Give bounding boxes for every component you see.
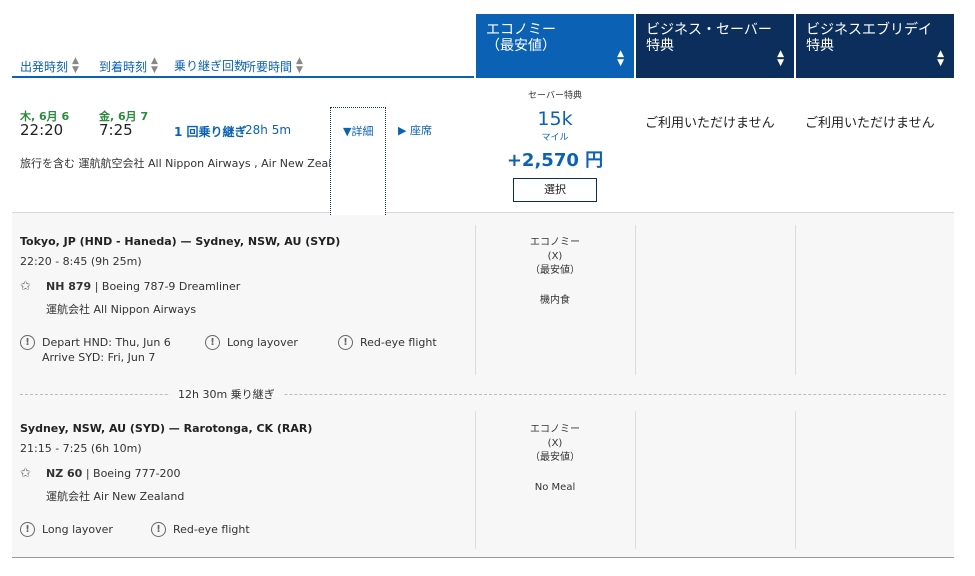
sort-arrows-icon: ▲ ▼ (151, 56, 158, 75)
sort-arrows-icon: ▲ ▼ (72, 56, 79, 75)
details-tab: ▼詳細 (330, 107, 386, 215)
cabin-code: (X) (547, 251, 563, 262)
aircraft-type: | Boeing 787-9 Dreamliner (94, 280, 241, 293)
sort-duration-label: 所要時間 (244, 59, 293, 74)
fare-miles-unit: マイル (541, 133, 569, 143)
sort-arrows-icon: ▲ ▼ (937, 49, 944, 68)
fare-type-label: セーバー特典 (528, 91, 582, 101)
sort-arrows-icon: ▲ ▼ (617, 49, 624, 68)
sort-connections-link[interactable]: 乗り継ぎ回数 (174, 57, 246, 74)
select-fare-button[interactable]: 選択 (513, 178, 597, 202)
cabin-header-title: ビジネスエブリデイ (806, 22, 932, 38)
flight-number: NZ 60 (46, 467, 83, 480)
segment-times: 21:15 - 7:25 (6h 10m) (20, 442, 142, 455)
segment-times: 22:20 - 8:45 (9h 25m) (20, 255, 142, 268)
details-label: 詳細 (351, 125, 374, 138)
exclamation-circle-icon: ! (151, 522, 166, 537)
star-alliance-icon: ✩ (20, 466, 31, 481)
cabin-name: エコノミー (530, 424, 580, 435)
seat-map-label: 座席 (409, 124, 432, 137)
cabin-header-business-saver[interactable]: ビジネス・セーバー 特典 ▲ ▼ (636, 14, 794, 78)
fare-fee: +2,570 円 (506, 150, 604, 171)
cabin-header-title: ビジネス・セーバー (646, 22, 772, 38)
segment-route: Sydney, NSW, AU (SYD) — Rarotonga, CK (R… (20, 422, 313, 435)
flight-details-panel: Tokyo, JP (HND - Haneda) — Sydney, NSW, … (12, 212, 954, 558)
layover-divider (20, 394, 946, 395)
exclamation-circle-icon: ! (20, 335, 35, 350)
details-toggle-link[interactable]: ▼詳細 (343, 123, 373, 139)
sort-arrows-icon: ▲ ▼ (777, 49, 784, 68)
aircraft-type: | Boeing 777-200 (85, 467, 181, 480)
stops-count: 1 回乗り継ぎ (174, 125, 247, 139)
total-duration: 28h 5m (245, 123, 292, 137)
operating-airlines: 旅行を含む 運航航空会社 All Nippon Airways , Air Ne… (20, 157, 330, 170)
cabin-note: （最安値） (530, 265, 580, 276)
flight-number: NH 879 (46, 280, 92, 293)
sort-duration-link[interactable]: 所要時間 ▲ ▼ (244, 57, 303, 75)
exclamation-circle-icon: ! (338, 335, 353, 350)
star-alliance-icon: ✩ (20, 279, 31, 294)
warning-text: Long layover (227, 336, 298, 349)
sort-departure-link[interactable]: 出発時刻 ▲ ▼ (20, 57, 79, 75)
cabin-header-subtitle: 特典 (806, 38, 834, 54)
cabin-header-title: エコノミー (486, 22, 556, 38)
warning-text: Red-eye flight (173, 523, 250, 536)
cabin-header-subtitle: （最安値） (486, 38, 556, 54)
economy-fare-cell: セーバー特典 15k マイル +2,570 円 選択 (476, 88, 634, 202)
fare-miles: 15k (537, 108, 573, 130)
cabin-note: （最安値） (530, 452, 580, 463)
cabin-name: エコノミー (530, 237, 580, 248)
warning-red-eye: ! Red-eye flight (151, 522, 250, 537)
flight-info: NZ 60 | Boeing 777-200 (46, 467, 181, 480)
cabin-header-business-everyday[interactable]: ビジネスエブリデイ 特典 ▲ ▼ (796, 14, 954, 78)
warning-text: Depart HND: Thu, Jun 6 Arrive SYD: Fri, … (42, 336, 171, 364)
seat-map-link[interactable]: ▶ 座席 (398, 122, 432, 138)
meal-info: No Meal (534, 482, 576, 493)
segment-operator: 運航会社 All Nippon Airways (46, 303, 197, 316)
cabin-header-economy[interactable]: エコノミー （最安値） ▲ ▼ (476, 14, 634, 78)
column-divider (635, 411, 636, 549)
warning-date-change: ! Depart HND: Thu, Jun 6 Arrive SYD: Fri… (20, 335, 171, 365)
sort-arrows-icon: ▲ ▼ (296, 56, 303, 75)
sort-arrival-link[interactable]: 到着時刻 ▲ ▼ (99, 57, 158, 75)
cabin-header-subtitle: 特典 (646, 38, 674, 54)
business-saver-unavailable: ご利用いただけません (645, 116, 775, 131)
exclamation-circle-icon: ! (205, 335, 220, 350)
warning-text: Long layover (42, 523, 113, 536)
sort-connections-label: 乗り継ぎ回数 (174, 59, 247, 73)
segment-cabin-info: エコノミー (X) （最安値） 機内食 (476, 236, 634, 308)
warning-long-layover: ! Long layover (20, 522, 113, 537)
warning-text: Red-eye flight (360, 336, 437, 349)
column-divider (795, 225, 796, 375)
sort-arrival-label: 到着時刻 (99, 59, 148, 74)
segment-cabin-info: エコノミー (X) （最安値） No Meal (476, 423, 634, 495)
segment-operator: 運航会社 Air New Zealand (46, 490, 185, 503)
caret-right-icon: ▶ (398, 124, 410, 137)
depart-time: 22:20 (20, 121, 64, 139)
arrive-time: 7:25 (99, 121, 133, 139)
layover-label: 12h 30m 乗り継ぎ (170, 386, 283, 402)
column-divider (795, 411, 796, 549)
flight-info: NH 879 | Boeing 787-9 Dreamliner (46, 280, 240, 293)
cabin-code: (X) (547, 438, 563, 449)
warning-red-eye: ! Red-eye flight (338, 335, 437, 350)
header-underline (12, 76, 474, 78)
sort-departure-label: 出発時刻 (20, 59, 69, 74)
business-everyday-unavailable: ご利用いただけません (805, 116, 935, 131)
warning-long-layover: ! Long layover (205, 335, 298, 350)
meal-info: 機内食 (540, 295, 570, 306)
column-divider (635, 225, 636, 375)
exclamation-circle-icon: ! (20, 522, 35, 537)
segment-route: Tokyo, JP (HND - Haneda) — Sydney, NSW, … (20, 235, 341, 248)
